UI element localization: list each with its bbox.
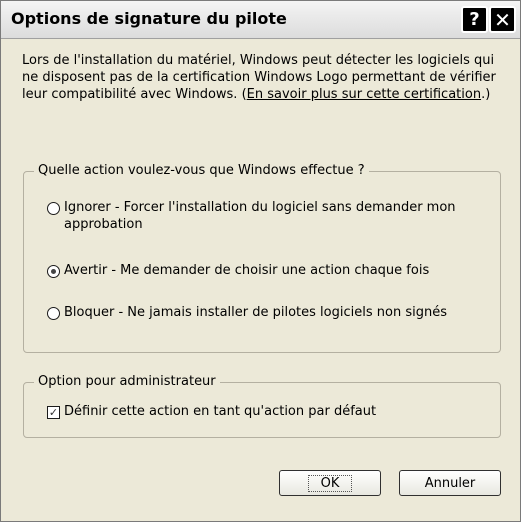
- radio-avertir-circle[interactable]: [47, 265, 60, 278]
- title-bar[interactable]: Options de signature du pilote ? ✕: [1, 1, 520, 39]
- description-suffix: .): [481, 87, 491, 102]
- action-group-label: Quelle action voulez-vous que Windows ef…: [34, 163, 369, 179]
- learn-more-link[interactable]: En savoir plus sur cette certification: [247, 87, 481, 102]
- radio-avertir[interactable]: Avertir - Me demander de choisir une act…: [47, 262, 487, 279]
- default-action-checkbox[interactable]: ✓ Définir cette action en tant qu'action…: [47, 403, 487, 420]
- ok-button[interactable]: OK: [279, 470, 381, 496]
- cancel-button[interactable]: Annuler: [399, 470, 501, 496]
- radio-bloquer-label: Bloquer - Ne jamais installer de pilotes…: [64, 305, 447, 320]
- dialog-window: Options de signature du pilote ? ✕ Lors …: [0, 0, 521, 522]
- description-text: Lors de l'installation du matériel, Wind…: [22, 52, 507, 103]
- checkbox-label: Définir cette action en tant qu'action p…: [64, 404, 377, 419]
- radio-ignorer-circle[interactable]: [47, 202, 60, 215]
- close-icon[interactable]: ✕: [489, 6, 516, 33]
- radio-avertir-label: Avertir - Me demander de choisir une act…: [64, 263, 430, 278]
- radio-ignorer-label: Ignorer - Forcer l'installation du logic…: [64, 200, 456, 232]
- radio-bloquer[interactable]: Bloquer - Ne jamais installer de pilotes…: [47, 304, 487, 321]
- ok-button-label: OK: [307, 474, 353, 492]
- admin-group-label: Option pour administrateur: [34, 374, 220, 390]
- checkbox-box[interactable]: ✓: [47, 406, 60, 419]
- radio-bloquer-circle[interactable]: [47, 307, 60, 320]
- radio-ignorer[interactable]: Ignorer - Forcer l'installation du logic…: [47, 199, 487, 233]
- window-title: Options de signature du pilote: [11, 9, 287, 28]
- help-icon[interactable]: ?: [461, 6, 488, 33]
